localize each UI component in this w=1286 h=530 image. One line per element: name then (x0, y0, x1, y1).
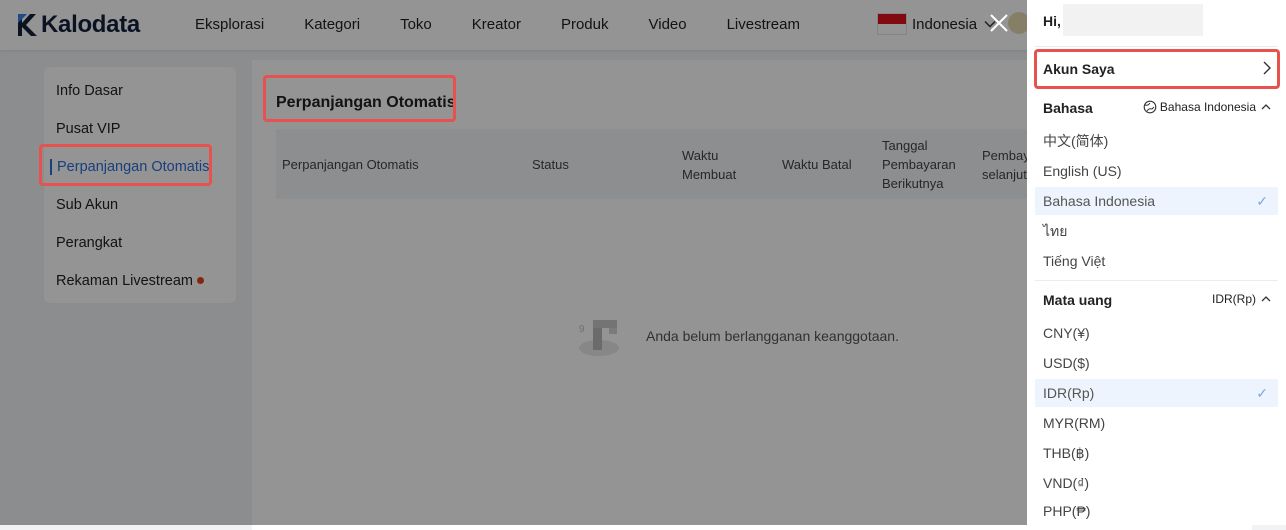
chevron-up-icon (1261, 296, 1271, 302)
greeting: Hi, (1043, 13, 1061, 29)
language-option-selected[interactable]: Bahasa Indonesia ✓ (1035, 187, 1278, 215)
currency-option-selected[interactable]: IDR(Rp) ✓ (1035, 379, 1278, 407)
modal-backdrop[interactable] (0, 0, 1027, 525)
highlight-box-title (263, 75, 456, 122)
language-current-value[interactable]: Bahasa Indonesia (1143, 100, 1272, 114)
highlight-box-sidebar (39, 144, 212, 186)
highlight-box-account (1034, 49, 1280, 89)
language-option[interactable]: 中文(简体) (1035, 127, 1278, 155)
account-drawer: Hi, Akun Saya Bahasa Bahasa Indonesia 中文… (1027, 0, 1286, 525)
language-option[interactable]: English (US) (1035, 157, 1278, 185)
currency-option[interactable]: USD($) (1035, 349, 1278, 377)
divider (1035, 280, 1278, 281)
check-icon: ✓ (1256, 193, 1268, 209)
currency-option[interactable]: THB(฿) (1035, 439, 1278, 467)
language-option[interactable]: Tiếng Việt (1035, 247, 1278, 275)
currency-option[interactable]: PHP(₱) (1035, 497, 1278, 525)
close-icon[interactable] (988, 12, 1010, 34)
currency-option[interactable]: MYR(RM) (1035, 409, 1278, 437)
language-option[interactable]: ไทย (1035, 217, 1278, 245)
check-icon: ✓ (1256, 385, 1268, 401)
currency-current-value[interactable]: IDR(Rp) (1212, 292, 1272, 306)
globe-icon (1143, 100, 1157, 114)
currency-current-label: IDR(Rp) (1212, 292, 1256, 306)
chevron-up-icon (1261, 104, 1271, 110)
divider (1035, 46, 1278, 47)
currency-option[interactable]: VND(₫) (1035, 469, 1278, 497)
redacted-username (1063, 4, 1203, 36)
language-current-label: Bahasa Indonesia (1159, 100, 1256, 114)
currency-option[interactable]: CNY(¥) (1035, 319, 1278, 347)
currency-section-title: Mata uang (1043, 292, 1113, 308)
language-section-title: Bahasa (1043, 100, 1093, 116)
